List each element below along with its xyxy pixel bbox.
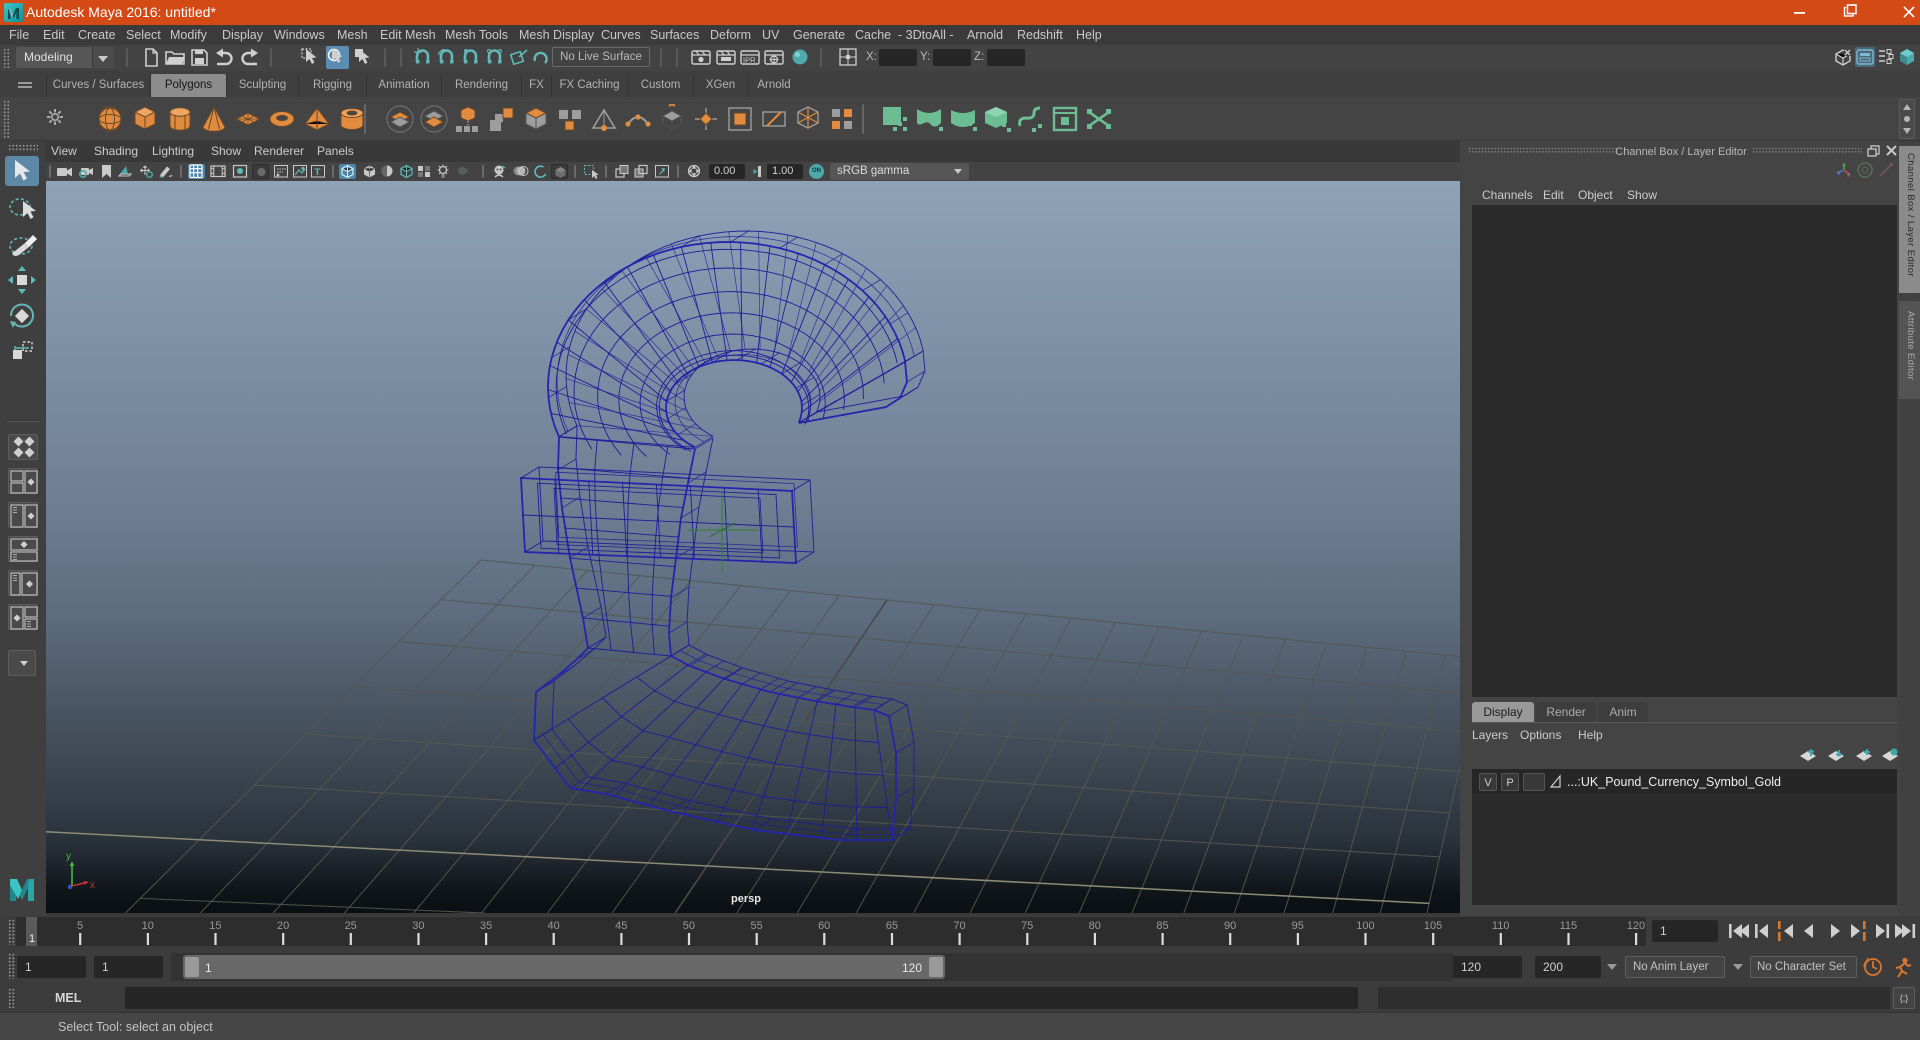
- svg-text:25: 25: [345, 920, 357, 932]
- svg-text:60: 60: [818, 920, 830, 932]
- svg-text:15: 15: [209, 920, 221, 932]
- svg-text:105: 105: [1424, 920, 1442, 932]
- svg-text:20: 20: [277, 920, 289, 932]
- svg-text:65: 65: [886, 920, 898, 932]
- svg-text:115: 115: [1560, 920, 1578, 932]
- svg-text:x: x: [90, 880, 95, 891]
- svg-text:80: 80: [1089, 920, 1101, 932]
- svg-text:40: 40: [547, 920, 559, 932]
- svg-text:90: 90: [1224, 920, 1236, 932]
- svg-text:50: 50: [683, 920, 695, 932]
- svg-text:5: 5: [77, 920, 83, 932]
- svg-text:persp: persp: [731, 893, 761, 905]
- svg-text:10: 10: [142, 920, 154, 932]
- svg-text:85: 85: [1156, 920, 1168, 932]
- svg-text:1: 1: [29, 933, 35, 945]
- svg-text:75: 75: [1021, 920, 1033, 932]
- svg-text:T: T: [315, 167, 321, 178]
- svg-text:70: 70: [953, 920, 965, 932]
- svg-text:100: 100: [1356, 920, 1374, 932]
- svg-text:IPR: IPR: [743, 56, 756, 65]
- svg-text:55: 55: [750, 920, 762, 932]
- svg-text:95: 95: [1292, 920, 1304, 932]
- svg-text:y: y: [66, 851, 71, 862]
- svg-text:120: 120: [1627, 920, 1645, 932]
- svg-text:110: 110: [1492, 920, 1510, 932]
- svg-text:30: 30: [412, 920, 424, 932]
- svg-text:35: 35: [480, 920, 492, 932]
- svg-text:45: 45: [615, 920, 627, 932]
